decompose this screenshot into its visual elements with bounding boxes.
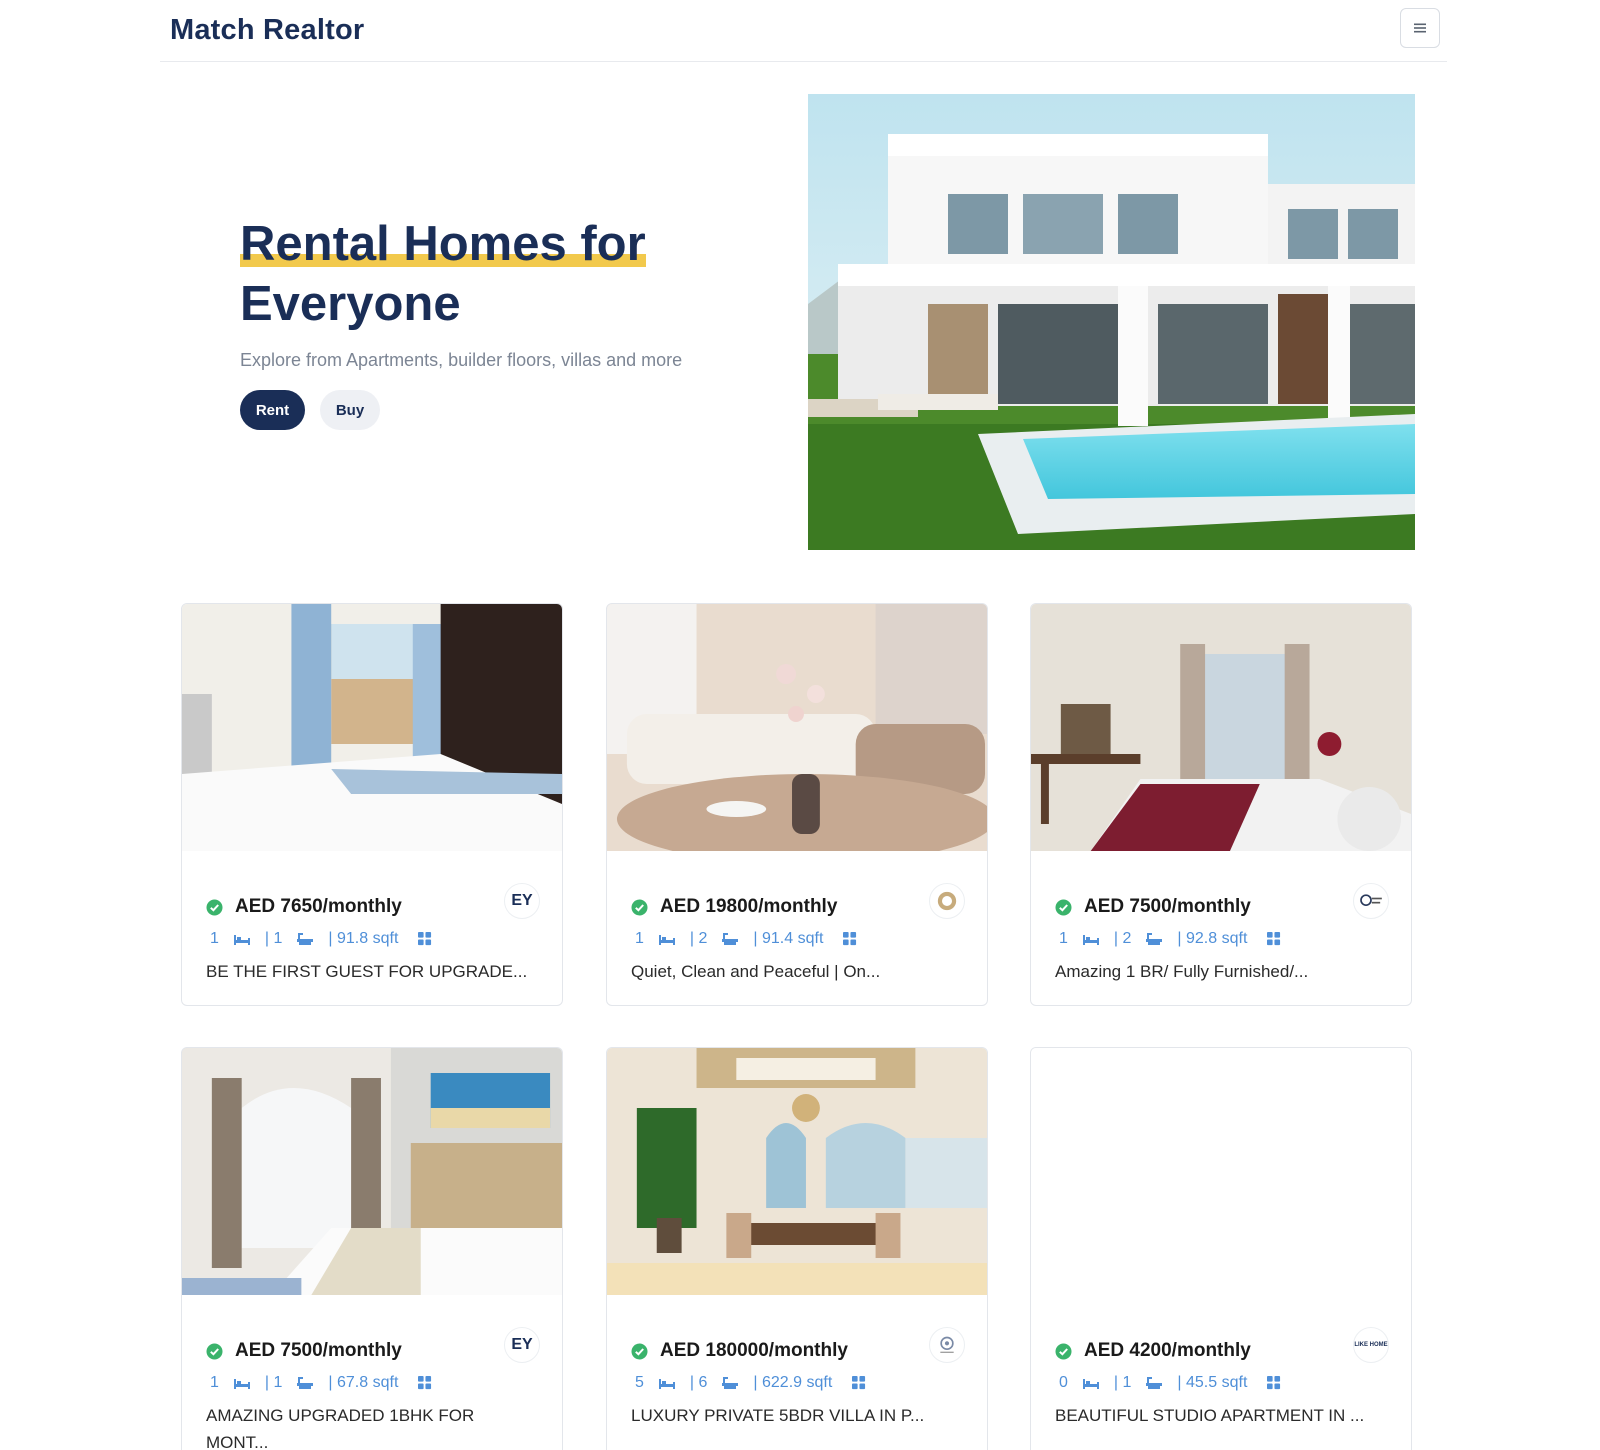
- bath-icon: [296, 1376, 314, 1390]
- bed-icon: [233, 1376, 251, 1390]
- area-value: | 92.8 sqft: [1177, 930, 1248, 947]
- top-navbar: Match Realtor: [160, 0, 1447, 62]
- grand-stay-logo-icon: [940, 1336, 954, 1353]
- listing-specs: 5 | 6 | 622.9 sqft: [635, 1374, 879, 1392]
- agency-logo[interactable]: [1353, 883, 1389, 919]
- listing-specs: 1 | 1 | 67.8 sqft: [210, 1374, 445, 1392]
- bed-count: 1: [1059, 930, 1068, 947]
- verified-check-icon: [206, 1343, 223, 1360]
- bed-icon: [658, 1376, 676, 1390]
- bath-icon: [1145, 932, 1163, 946]
- area-grid-icon: [1265, 1375, 1281, 1391]
- listing-card[interactable]: AED 7500/monthly EY 1 | 1 | 67.8 sqft AM…: [181, 1047, 563, 1450]
- bath-count: | 1: [264, 930, 283, 947]
- listing-specs: 1 | 2 | 91.4 sqft: [635, 930, 870, 948]
- hero-title-rest: Everyone: [240, 277, 461, 331]
- listing-specs: 0 | 1 | 45.5 sqft: [1059, 1374, 1294, 1392]
- listing-photo-placeholder: [1031, 1048, 1411, 1295]
- listing-specs: 1 | 1 | 91.8 sqft: [210, 930, 445, 948]
- verified-check-icon: [206, 899, 223, 916]
- area-grid-icon: [1265, 931, 1281, 947]
- listing-title[interactable]: AMAZING UPGRADED 1BHK FOR MONT...: [206, 1402, 536, 1450]
- area-grid-icon: [416, 1375, 432, 1391]
- listing-price: AED 180000/monthly: [660, 1340, 848, 1361]
- listing-price: AED 7650/monthly: [235, 896, 402, 917]
- bath-icon: [296, 932, 314, 946]
- bath-count: | 2: [1113, 930, 1132, 947]
- bed-count: 0: [1059, 1374, 1068, 1391]
- bath-icon: [721, 932, 739, 946]
- listing-card[interactable]: AED 7500/monthly 1 | 2 | 92.8 sqft Amazi…: [1030, 603, 1412, 1006]
- hero-title: Rental Homes for Everyone: [240, 214, 646, 334]
- listing-card[interactable]: AED 4200/monthly LIKE HOME 0 | 1 | 45.5 …: [1030, 1047, 1412, 1450]
- listing-title[interactable]: LUXURY PRIVATE 5BDR VILLA IN P...: [631, 1402, 961, 1429]
- hero-villa-image: [808, 94, 1415, 550]
- bath-count: | 1: [1113, 1374, 1132, 1391]
- listing-card[interactable]: AED 180000/monthly 5 | 6 | 622.9 sqft LU…: [606, 1047, 988, 1450]
- area-value: | 622.9 sqft: [753, 1374, 833, 1391]
- verified-check-icon: [1055, 1343, 1072, 1360]
- listing-title[interactable]: BEAUTIFUL STUDIO APARTMENT IN ...: [1055, 1402, 1385, 1429]
- bed-count: 1: [635, 930, 644, 947]
- agency-logo[interactable]: LIKE HOME: [1353, 1327, 1389, 1363]
- bed-icon: [233, 932, 251, 946]
- bed-icon: [658, 932, 676, 946]
- bedroom-beach-painting-photo: [182, 1048, 562, 1295]
- bath-count: | 2: [689, 930, 708, 947]
- living-dining-room-photo: [607, 604, 987, 851]
- bed-count: 1: [210, 930, 219, 947]
- bed-icon: [1082, 932, 1100, 946]
- rent-button[interactable]: Rent: [240, 390, 305, 430]
- listing-price: AED 7500/monthly: [1084, 896, 1251, 917]
- bed-icon: [1082, 1376, 1100, 1390]
- bath-count: | 1: [264, 1374, 283, 1391]
- verified-check-icon: [631, 1343, 648, 1360]
- hero-title-highlight: Rental Homes for: [240, 217, 646, 271]
- listing-title[interactable]: Quiet, Clean and Peaceful | On...: [631, 958, 961, 985]
- listing-price: AED 4200/monthly: [1084, 1340, 1251, 1361]
- bedroom-blue-curtains-photo: [182, 604, 562, 851]
- holiday-residences-logo-icon: [1360, 894, 1382, 906]
- listing-title[interactable]: BE THE FIRST GUEST FOR UPGRADE...: [206, 958, 536, 985]
- bed-count: 5: [635, 1374, 644, 1391]
- bed-count: 1: [210, 1374, 219, 1391]
- bath-icon: [721, 1376, 739, 1390]
- verified-check-icon: [631, 899, 648, 916]
- area-value: | 91.4 sqft: [753, 930, 824, 947]
- agency-logo[interactable]: [929, 883, 965, 919]
- westminster-crest-icon: [937, 891, 957, 911]
- bedroom-red-bedspread-photo: [1031, 604, 1411, 851]
- bath-icon: [1145, 1376, 1163, 1390]
- agency-logo[interactable]: EY: [504, 1327, 540, 1363]
- hero-subtitle: Explore from Apartments, builder floors,…: [240, 350, 683, 370]
- listing-card[interactable]: AED 19800/monthly 1 | 2 | 91.4 sqft Quie…: [606, 603, 988, 1006]
- area-value: | 45.5 sqft: [1177, 1374, 1248, 1391]
- area-value: | 67.8 sqft: [328, 1374, 399, 1391]
- listing-specs: 1 | 2 | 92.8 sqft: [1059, 930, 1294, 948]
- area-value: | 91.8 sqft: [328, 930, 399, 947]
- listing-card[interactable]: AED 7650/monthly EY 1 | 1 | 91.8 sqft BE…: [181, 603, 563, 1006]
- hamburger-menu-icon: [1414, 23, 1426, 33]
- brand-logo[interactable]: Match Realtor: [170, 14, 364, 47]
- agency-logo[interactable]: EY: [504, 883, 540, 919]
- buy-button[interactable]: Buy: [320, 390, 380, 430]
- listing-price: AED 7500/monthly: [235, 1340, 402, 1361]
- villa-dining-room-photo: [607, 1048, 987, 1295]
- area-grid-icon: [841, 931, 857, 947]
- menu-toggle-button[interactable]: [1400, 8, 1440, 48]
- agency-logo[interactable]: [929, 1327, 965, 1363]
- listing-price: AED 19800/monthly: [660, 896, 838, 917]
- bath-count: | 6: [689, 1374, 708, 1391]
- area-grid-icon: [416, 931, 432, 947]
- area-grid-icon: [850, 1375, 866, 1391]
- listing-title[interactable]: Amazing 1 BR/ Fully Furnished/...: [1055, 958, 1385, 985]
- verified-check-icon: [1055, 899, 1072, 916]
